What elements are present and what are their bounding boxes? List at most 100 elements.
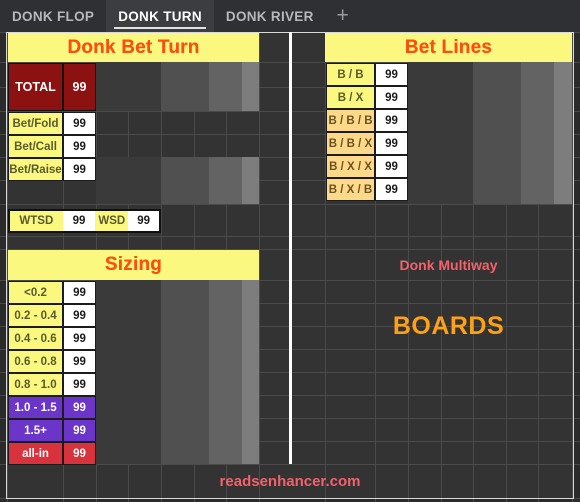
row-label: 0.2 - 0.4 [8, 304, 63, 327]
row-label: 1.0 - 1.5 [8, 396, 63, 419]
row-value: 99 [63, 63, 96, 111]
row-value: 99 [375, 155, 408, 178]
row-label: B / X [326, 86, 375, 109]
row-value: 99 [63, 281, 96, 304]
row-value: 99 [63, 304, 96, 327]
row-value: 99 [375, 63, 408, 86]
stat-row-bet-line[interactable]: B / X / B 99 [326, 178, 408, 201]
tab-donk-river[interactable]: DONK RIVER [214, 0, 326, 32]
heat-band [96, 280, 161, 464]
row-label: B / X / X [326, 155, 375, 178]
row-label: B / B [326, 63, 375, 86]
row-label: B / X / B [326, 178, 375, 201]
stat-row-sizing[interactable]: 0.2 - 0.4 99 [8, 304, 96, 327]
heat-band [96, 157, 161, 204]
stat-row-bet-fold[interactable]: Bet/Fold 99 [8, 112, 96, 135]
heat-band [96, 62, 161, 111]
sheet-body: Donk Bet Turn TOTAL 99 Bet/Fold 99 Bet/C… [0, 32, 580, 502]
add-tab-button[interactable]: + [326, 0, 360, 32]
grid-row-line [0, 498, 580, 499]
heat-band [161, 62, 209, 111]
row-value-wtsd: 99 [62, 211, 96, 231]
stat-row-sizing[interactable]: all-in 99 [8, 442, 96, 465]
row-value: 99 [63, 350, 96, 373]
heat-band [408, 62, 473, 204]
heat-band [242, 157, 259, 204]
footer-site-label: readsenhancer.com [7, 465, 573, 498]
heat-band [209, 280, 242, 464]
row-label-wsd: WSD [95, 211, 129, 231]
heat-band [554, 62, 572, 204]
row-label: TOTAL [8, 63, 63, 111]
row-value: 99 [63, 419, 96, 442]
row-value: 99 [63, 327, 96, 350]
tab-label: DONK FLOP [12, 8, 95, 24]
grid-col-line [259, 32, 260, 502]
heat-band [209, 157, 242, 204]
footer-text: readsenhancer.com [219, 473, 361, 490]
row-label: 0.4 - 0.6 [8, 327, 63, 350]
tab-donk-flop[interactable]: DONK FLOP [0, 0, 106, 32]
tab-label: DONK TURN [118, 8, 202, 24]
row-value: 99 [375, 109, 408, 132]
row-label: B / B / X [326, 132, 375, 155]
row-label-wtsd: WTSD [10, 211, 63, 231]
row-label: 0.8 - 1.0 [8, 373, 63, 396]
row-value: 99 [63, 396, 96, 419]
heat-band [161, 280, 209, 464]
heat-band [242, 62, 259, 111]
row-value: 99 [63, 112, 96, 135]
multiway-title: Donk Multiway [399, 257, 498, 273]
stat-row-sizing[interactable]: 1.0 - 1.5 99 [8, 396, 96, 419]
section-header-donk-bet-turn: Donk Bet Turn [8, 33, 259, 62]
stat-row-bet-line[interactable]: B / X / X 99 [326, 155, 408, 178]
stat-row-total[interactable]: TOTAL 99 [8, 63, 96, 111]
label-donk-multiway: Donk Multiway [325, 250, 572, 280]
section-header-bet-lines: Bet Lines [325, 33, 572, 62]
stat-row-bet-line[interactable]: B / X 99 [326, 86, 408, 109]
section-header-sizing: Sizing [8, 250, 259, 280]
row-value: 99 [375, 86, 408, 109]
stat-row-bet-call[interactable]: Bet/Call 99 [8, 135, 96, 158]
stat-row-sizing[interactable]: 0.4 - 0.6 99 [8, 327, 96, 350]
grid-col-line [572, 32, 573, 502]
row-label: Bet/Raise [8, 158, 63, 181]
row-value: 99 [63, 135, 96, 158]
row-value: 99 [63, 373, 96, 396]
heat-band [242, 280, 259, 464]
stat-row-sizing[interactable]: 1.5+ 99 [8, 419, 96, 442]
stat-row-bet-line[interactable]: B / B / B 99 [326, 109, 408, 132]
heat-band [521, 62, 554, 204]
section-title: Sizing [104, 254, 163, 275]
heat-band [209, 62, 242, 111]
plus-icon: + [336, 4, 349, 27]
stat-row-sizing[interactable]: 0.8 - 1.0 99 [8, 373, 96, 396]
stat-row-bet-line[interactable]: B / B / X 99 [326, 132, 408, 155]
stat-row-bet-line[interactable]: B / B 99 [326, 63, 408, 86]
boards-title: BOARDS [392, 311, 505, 340]
stat-row-sizing[interactable]: 0.6 - 0.8 99 [8, 350, 96, 373]
row-label: <0.2 [8, 281, 63, 304]
row-label: B / B / B [326, 109, 375, 132]
spreadsheet-app: DONK FLOP DONK TURN DONK RIVER + Donk Be… [0, 0, 580, 502]
section-title: Bet Lines [404, 36, 493, 58]
heat-band [161, 157, 209, 204]
row-label: all-in [8, 442, 63, 465]
row-value-wsd: 99 [128, 211, 159, 231]
stat-row-sizing[interactable]: <0.2 99 [8, 281, 96, 304]
stat-row-showdown[interactable]: WTSD 99 WSD 99 [8, 209, 161, 233]
row-value: 99 [63, 442, 96, 465]
tab-donk-turn[interactable]: DONK TURN [106, 0, 214, 32]
label-boards: BOARDS [325, 303, 572, 349]
row-label: 0.6 - 0.8 [8, 350, 63, 373]
stat-row-bet-raise[interactable]: Bet/Raise 99 [8, 158, 96, 181]
tab-label: DONK RIVER [225, 8, 314, 24]
row-value: 99 [375, 178, 408, 201]
row-label: Bet/Call [8, 135, 63, 158]
section-title: Donk Bet Turn [67, 36, 200, 58]
row-label: Bet/Fold [8, 112, 63, 135]
tab-bar: DONK FLOP DONK TURN DONK RIVER + [0, 0, 580, 32]
row-value: 99 [375, 132, 408, 155]
row-value: 99 [63, 158, 96, 181]
heat-band [473, 62, 521, 204]
